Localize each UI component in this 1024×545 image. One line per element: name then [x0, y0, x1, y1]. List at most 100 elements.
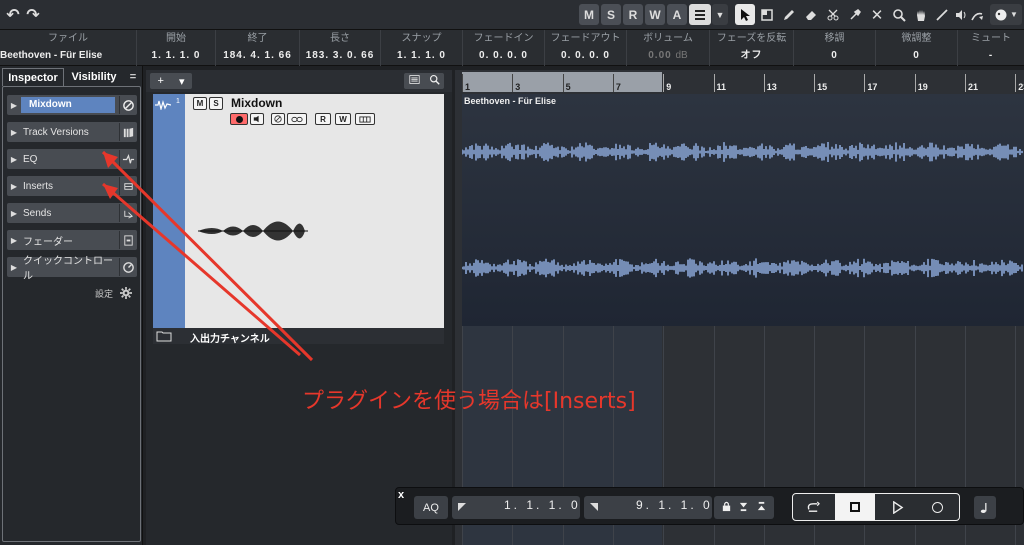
write-mode-button[interactable]: W [645, 4, 665, 25]
track-versions-icon[interactable] [355, 113, 375, 125]
info-value: 183. 3. 0. 66 [305, 50, 375, 61]
section-track-versions[interactable]: ▶ Track Versions [7, 122, 137, 142]
read-automation-button[interactable]: R [315, 113, 331, 125]
record-enable-button[interactable] [230, 113, 248, 125]
edit-channel-icon[interactable] [271, 113, 285, 125]
section-quick-controls[interactable]: ▶ クイックコントロール [7, 256, 137, 282]
chevron-down-icon[interactable]: ▾ [179, 75, 185, 88]
pencil-tool-icon[interactable] [779, 4, 799, 25]
track-list-menu-icon[interactable] [408, 72, 420, 90]
track-name[interactable]: Mixdown [231, 96, 282, 110]
annotation-text: プラグインを使う場合は[Inserts] [302, 389, 636, 414]
gear-icon[interactable] [120, 286, 132, 299]
ruler-tick [763, 74, 765, 92]
inspector-menu-icon[interactable]: = [126, 68, 140, 86]
close-transport-button[interactable]: x [398, 489, 404, 501]
waveform-channel [462, 142, 1023, 162]
hand-tool-icon[interactable] [911, 4, 931, 25]
info-snap[interactable]: スナップ 1. 1. 1. 0 [381, 30, 463, 66]
line-tool-icon[interactable] [933, 4, 951, 25]
section-sends[interactable]: ▶ Sends [7, 203, 137, 223]
section-inserts[interactable]: ▶ Inserts [7, 176, 137, 196]
ruler-tick [713, 74, 715, 92]
track-solo-button[interactable]: S [209, 97, 223, 110]
tab-inspector[interactable]: Inspector [2, 68, 64, 86]
play-button[interactable] [879, 496, 915, 518]
mute-mode-button[interactable]: M [579, 4, 599, 25]
automation-mode-button[interactable]: A [667, 4, 687, 25]
punch-out-icon[interactable] [756, 499, 767, 517]
settings-label[interactable]: 設定 [95, 287, 113, 300]
lock-icon[interactable] [721, 499, 732, 517]
info-phase[interactable]: フェーズを反転 オフ [710, 30, 794, 66]
punch-in-icon[interactable] [738, 499, 749, 517]
audio-event[interactable]: Beethoven - Für Elise [462, 94, 1024, 326]
info-line: ファイル Beethoven - Für Elise 開始 1. 1. 1. 0… [0, 30, 1024, 66]
redo-button[interactable]: ↷ [24, 4, 42, 25]
info-label: 長さ [330, 33, 350, 44]
project-window[interactable]: 1357911131517192123 Beethoven - Für Elis… [455, 70, 1024, 545]
info-mute[interactable]: ミュート - [958, 30, 1024, 66]
stop-button[interactable] [835, 494, 875, 520]
info-end[interactable]: 終了 184. 4. 1. 66 [216, 30, 300, 66]
color-tool-icon[interactable]: ▼ [990, 4, 1022, 25]
search-icon[interactable] [429, 72, 440, 90]
waveform-channel [462, 258, 1023, 278]
solo-mode-button[interactable]: S [601, 4, 621, 25]
warp-tool-icon[interactable] [967, 4, 987, 25]
record-button[interactable] [919, 496, 955, 518]
add-track-button[interactable]: + [158, 75, 164, 87]
chevron-down-icon[interactable]: ▼ [712, 4, 728, 25]
range-tool-icon[interactable] [757, 4, 777, 25]
section-mixdown[interactable]: ▶ Mixdown [7, 95, 137, 115]
info-value: 0 [831, 50, 838, 61]
info-fade-in[interactable]: フェードイン 0. 0. 0. 0 [463, 30, 545, 66]
edit-channel-icon[interactable] [119, 96, 137, 114]
track-mute-button[interactable]: M [193, 97, 207, 110]
info-value: 0 [913, 50, 920, 61]
info-value: 184. 4. 1. 66 [223, 50, 292, 61]
undo-button[interactable]: ↶ [4, 4, 22, 25]
expand-triangle-icon: ▶ [10, 262, 18, 272]
section-eq[interactable]: ▶ EQ [7, 149, 137, 169]
sends-icon [119, 204, 137, 222]
info-value: 1. 1. 1. 0 [151, 50, 201, 61]
right-locator-value: 9. 1. 1. 0 [636, 498, 713, 512]
io-channel-folder[interactable]: 入出力チャンネル [153, 328, 444, 345]
info-file[interactable]: ファイル Beethoven - Für Elise [0, 30, 137, 66]
read-mode-button[interactable]: R [623, 4, 643, 25]
object-selection-tool-icon[interactable] [735, 4, 755, 25]
info-start[interactable]: 開始 1. 1. 1. 0 [137, 30, 216, 66]
info-finetune[interactable]: 微調整 0 [876, 30, 958, 66]
cycle-icon [807, 501, 820, 512]
click-button[interactable] [974, 496, 996, 519]
ruler[interactable]: 1357911131517192123 [462, 70, 1024, 94]
glue-tool-icon[interactable] [845, 4, 865, 25]
aq-button[interactable]: AQ [414, 496, 448, 519]
zoom-tool-icon[interactable] [889, 4, 909, 25]
eraser-tool-icon[interactable] [801, 4, 821, 25]
cycle-button[interactable] [795, 496, 831, 518]
info-transpose[interactable]: 移調 0 [794, 30, 876, 66]
expand-triangle-icon: ▶ [10, 127, 18, 137]
tab-visibility[interactable]: Visibility [66, 68, 122, 86]
lock-link-icon[interactable] [287, 113, 307, 125]
info-label: スナップ [401, 33, 442, 44]
section-fader[interactable]: ▶ フェーダー [7, 230, 137, 250]
info-length[interactable]: 長さ 183. 3. 0. 66 [300, 30, 381, 66]
info-value: 0. 0. 0. 0 [561, 50, 610, 61]
ruler-bar-label: 13 [766, 82, 777, 92]
expand-triangle-icon: ▶ [10, 100, 18, 110]
main-toolbar: ↶ ↷ M S R W A ▼ ✕ ▼ [0, 0, 1024, 30]
left-locator-icon [458, 503, 466, 511]
punch-controls [714, 496, 774, 519]
write-automation-button[interactable]: W [335, 113, 351, 125]
play-icon [892, 500, 903, 514]
monitor-icon[interactable] [250, 113, 264, 125]
scissors-tool-icon[interactable] [823, 4, 843, 25]
info-volume[interactable]: ボリューム 0.00 dB [627, 30, 710, 66]
mute-tool-icon[interactable]: ✕ [867, 4, 887, 25]
info-fade-out[interactable]: フェードアウト 0. 0. 0. 0 [545, 30, 627, 66]
expand-triangle-icon: ▶ [10, 208, 18, 218]
autoscroll-icon[interactable] [689, 4, 711, 25]
